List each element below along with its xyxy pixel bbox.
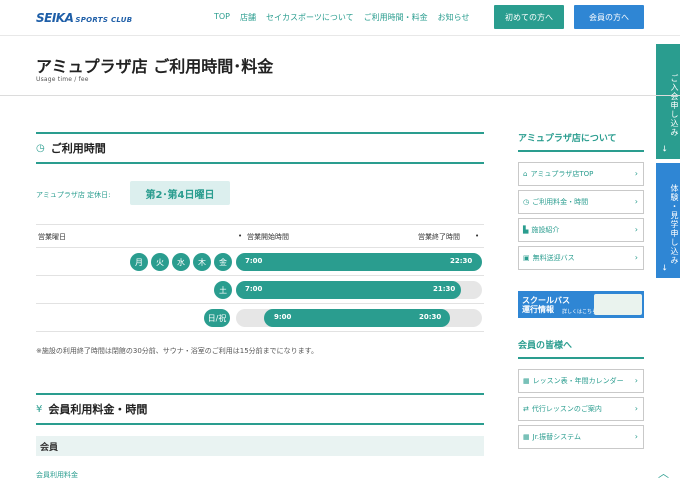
open-time: 9:00 <box>274 313 292 321</box>
sidebar-item-label: 施設紹介 <box>531 226 560 234</box>
nav-top[interactable]: TOP <box>214 12 230 23</box>
arrow-right-icon: → <box>660 264 669 272</box>
hours-row-sunday-holiday: 日/祝 9:00 20:30 <box>36 304 484 332</box>
col-close: 営業終了時間 <box>418 233 460 241</box>
fees-heading-text: 会員利用料金・時間 <box>48 403 148 416</box>
nav-stores[interactable]: 店舗 <box>240 12 256 23</box>
open-time: 7:00 <box>245 257 263 265</box>
col-close-dot: • <box>475 232 480 240</box>
nav-news[interactable]: お知らせ <box>438 12 470 23</box>
chevron-right-icon: › <box>634 432 638 441</box>
clock-icon: ◷ <box>36 142 45 154</box>
page-subtitle: Usage time / fee <box>36 76 89 83</box>
nav-about[interactable]: セイカスポーツについて <box>266 12 354 23</box>
page-title: アミュプラザ店 ご利用時間･料金 <box>36 57 274 76</box>
arrow-right-icon: → <box>660 145 669 153</box>
sidebar-item-store-top[interactable]: ⌂ アミュプラザ店TOP › <box>518 162 644 186</box>
chevron-right-icon: › <box>634 225 638 234</box>
fees-section-heading: ¥ 会員利用料金・時間 <box>36 393 484 425</box>
trial-application-tab[interactable]: 体験・見学申し込み → <box>656 163 680 278</box>
building-icon: ▙ <box>523 226 529 234</box>
nav-usage-fee[interactable]: ご利用時間・料金 <box>364 12 428 23</box>
logo-text: SEIKA <box>36 11 74 25</box>
hours-bar <box>236 281 461 299</box>
sidebar-item-lesson-calendar[interactable]: ▦ レッスン表・年間カレンダー › <box>518 369 644 393</box>
member-fee-label: 会員利用料金 <box>36 471 78 479</box>
chevron-right-icon: › <box>634 376 638 385</box>
sidebar-item-label: レッスン表・年間カレンダー <box>532 377 624 385</box>
trial-tab-label: 体験・見学申し込み <box>670 184 679 265</box>
hours-bar <box>236 253 482 271</box>
scroll-to-top-icon[interactable]: ︿ <box>658 465 676 480</box>
sidebar-store-title: アミュプラザ店について <box>518 131 644 152</box>
close-time: 22:30 <box>450 257 473 265</box>
col-day: 営業曜日 <box>38 233 66 241</box>
school-bus-banner[interactable]: スクールバス 運行情報 詳しくはこちら <box>518 291 644 318</box>
chevron-right-icon: › <box>634 404 638 413</box>
day-badge: 月 <box>130 253 148 271</box>
calendar-icon: ▦ <box>523 433 530 441</box>
hours-heading-text: ご利用時間 <box>50 142 106 155</box>
sidebar-item-facilities[interactable]: ▙ 施設紹介 › <box>518 218 644 242</box>
sidebar-item-free-bus[interactable]: ▣ 無料送迎バス › <box>518 246 644 270</box>
sidebar-item-label: ご利用料金・時間 <box>532 198 589 206</box>
calendar-icon: ▦ <box>523 377 530 385</box>
sidebar-item-usage-fee[interactable]: ◷ ご利用料金・時間 › <box>518 190 644 214</box>
member-button[interactable]: 会員の方へ <box>574 5 644 29</box>
join-tab-label: ご入会申し込み <box>670 74 679 137</box>
main-nav: TOP 店舗 セイカスポーツについて ご利用時間・料金 お知らせ <box>214 12 469 23</box>
sidebar-item-label: アミュプラザ店TOP <box>530 170 594 178</box>
sidebar-members-title: 会員の皆様へ <box>518 338 644 359</box>
join-application-tab[interactable]: ご入会申し込み → <box>656 44 680 159</box>
hours-note: ※施設の利用終了時間は閉館の30分前、サウナ・浴室のご利用は15分前までになりま… <box>36 347 318 355</box>
day-badge: 金 <box>214 253 232 271</box>
site-logo[interactable]: SEIKA SPORTS CLUB <box>36 11 132 25</box>
close-time: 21:30 <box>433 285 456 293</box>
divider <box>0 95 680 96</box>
open-time: 7:00 <box>245 285 263 293</box>
day-badge: 火 <box>151 253 169 271</box>
day-badge: 土 <box>214 281 232 299</box>
closed-day-label: アミュプラザ店 定休日: <box>36 191 111 199</box>
hours-row-weekday: 月 火 水 木 金 7:00 22:30 <box>36 248 484 276</box>
close-time: 20:30 <box>419 313 442 321</box>
clock-icon: ◷ <box>523 198 530 206</box>
banner-line-1: スクールバス <box>522 295 570 305</box>
yen-icon: ¥ <box>36 403 43 415</box>
chevron-right-icon: › <box>634 253 638 262</box>
site-header: SEIKA SPORTS CLUB TOP 店舗 セイカスポーツについて ご利用時… <box>0 0 680 36</box>
hours-section-heading: ◷ ご利用時間 <box>36 132 484 164</box>
hours-table-header: 営業曜日 • 営業開始時間 営業終了時間 • <box>36 224 484 248</box>
closed-day-badge: 第2･第4日曜日 <box>130 181 230 205</box>
member-subheading: 会員 <box>36 436 484 456</box>
swap-icon: ⇄ <box>523 405 529 413</box>
day-badge: 日/祝 <box>204 309 230 327</box>
chevron-right-icon: › <box>634 197 638 206</box>
chevron-right-icon: › <box>634 169 638 178</box>
day-badge: 木 <box>193 253 211 271</box>
sidebar-item-label: 代行レッスンのご案内 <box>531 405 602 413</box>
logo-subtext: SPORTS CLUB <box>75 16 133 24</box>
sidebar-item-label: 無料送迎バス <box>532 254 575 262</box>
banner-small-text: 詳しくはこちら <box>562 309 598 315</box>
first-time-button[interactable]: 初めての方へ <box>494 5 564 29</box>
day-badge: 水 <box>172 253 190 271</box>
sidebar-item-substitute-lesson[interactable]: ⇄ 代行レッスンのご案内 › <box>518 397 644 421</box>
sidebar-item-jr-transfer[interactable]: ▦ Jr.振替システム › <box>518 425 644 449</box>
sidebar-item-label: Jr.振替システム <box>532 433 581 441</box>
home-icon: ⌂ <box>523 170 528 178</box>
hours-row-saturday: 土 7:00 21:30 <box>36 276 484 304</box>
col-open: 営業開始時間 <box>247 233 289 241</box>
col-open-dot: • <box>238 232 243 240</box>
bus-icon: ▣ <box>523 254 530 262</box>
banner-illustration <box>594 294 642 315</box>
